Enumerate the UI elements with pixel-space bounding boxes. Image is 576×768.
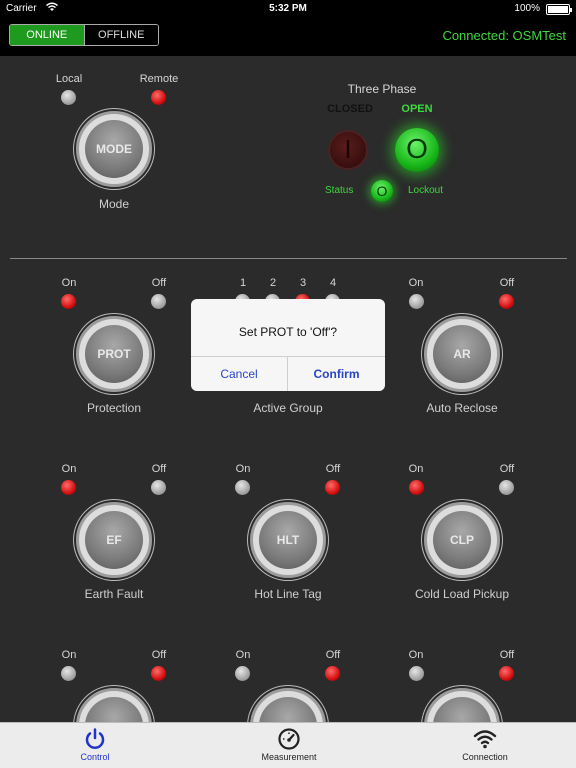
tab-connection-label: Connection [462,752,508,762]
row4-left-on-label: On [61,649,77,661]
status-label: Status [325,185,354,196]
tab-measurement-label: Measurement [261,752,317,762]
protection-caption: Protection [86,401,142,415]
earth-fault-caption: Earth Fault [84,587,144,601]
clp-knob-label: CLP [433,511,491,569]
close-breaker-button[interactable]: I [328,130,368,170]
hlt-knob[interactable]: HLT [250,502,326,578]
online-segment[interactable]: ONLINE [10,25,84,45]
group-1-label: 1 [239,277,247,289]
ef-on-label: On [61,463,77,475]
clp-off-label: Off [499,463,515,475]
ef-knob-label: EF [85,511,143,569]
battery-percentage: 100% [514,3,540,14]
power-icon [83,727,107,751]
hlt-knob-label: HLT [259,511,317,569]
local-label: Local [55,73,83,85]
app-root: Carrier 5:32 PM 100% ONLINE OFFLINE Conn… [0,0,576,768]
battery-icon [546,4,572,15]
prot-on-indicator [61,294,76,309]
ef-off-label: Off [151,463,167,475]
hlt-on-indicator [235,480,250,495]
row4-middle-on-indicator [235,666,250,681]
group-2-label: 2 [269,277,277,289]
tab-control-label: Control [80,752,110,762]
tab-connection[interactable]: Connection [435,723,535,768]
cancel-button[interactable]: Cancel [191,357,288,391]
prot-knob[interactable]: PROT [76,316,152,392]
hlt-off-indicator [325,480,340,495]
row4-right-off-label: Off [499,649,515,661]
tab-measurement[interactable]: Measurement [239,723,339,768]
active-group-caption: Active Group [253,401,323,415]
ef-on-indicator [61,480,76,495]
ar-knob-label: AR [433,325,491,383]
prot-on-label: On [61,277,77,289]
open-breaker-button[interactable]: O [395,128,439,172]
hot-line-tag-caption: Hot Line Tag [254,587,322,601]
dialog-message: Set PROT to 'Off'? [191,299,385,357]
ar-knob[interactable]: AR [424,316,500,392]
ar-off-indicator [499,294,514,309]
ar-on-indicator [409,294,424,309]
row4-middle-off-label: Off [325,649,341,661]
ar-on-label: On [408,277,424,289]
open-label: OPEN [401,103,433,115]
hlt-off-label: Off [325,463,341,475]
ar-off-label: Off [499,277,515,289]
prot-off-label: Off [151,277,167,289]
closed-label: CLOSED [327,103,373,115]
status-bar: Carrier 5:32 PM 100% [0,0,576,18]
clp-off-indicator [499,480,514,495]
clp-knob[interactable]: CLP [424,502,500,578]
clock-label: 5:32 PM [269,3,307,14]
row4-right-on-label: On [408,649,424,661]
three-phase-title: Three Phase [347,82,417,96]
prot-off-indicator [151,294,166,309]
ef-off-indicator [151,480,166,495]
group-3-label: 3 [299,277,307,289]
cold-load-pickup-caption: Cold Load Pickup [414,587,510,601]
ef-knob[interactable]: EF [76,502,152,578]
remote-indicator [151,90,166,105]
confirm-button[interactable]: Confirm [288,357,385,391]
gauge-icon [277,727,301,751]
clp-on-indicator [409,480,424,495]
section-divider [10,258,567,259]
row4-left-off-label: Off [151,649,167,661]
mode-knob[interactable]: MODE [76,111,152,187]
offline-segment[interactable]: OFFLINE [83,25,158,45]
tab-bar: Control Measurement Connection [0,722,576,768]
row4-middle-off-indicator [325,666,340,681]
row4-left-on-indicator [61,666,76,681]
row4-right-off-indicator [499,666,514,681]
confirm-dialog: Set PROT to 'Off'? Cancel Confirm [191,299,385,391]
auto-reclose-caption: Auto Reclose [426,401,498,415]
wifi-icon [473,727,497,751]
row4-left-off-indicator [151,666,166,681]
remote-label: Remote [139,73,179,85]
lockout-label: Lockout [408,185,444,196]
mode-caption: Mode [98,197,130,211]
mode-knob-label: MODE [85,120,143,178]
hlt-on-label: On [235,463,251,475]
lockout-indicator: O [371,180,393,202]
online-offline-switch[interactable]: ONLINE OFFLINE [9,24,159,46]
row4-right-on-indicator [409,666,424,681]
local-indicator [61,90,76,105]
connection-status: Connected: OSMTest [442,28,566,43]
tab-control[interactable]: Control [45,723,145,768]
clp-on-label: On [408,463,424,475]
row4-middle-on-label: On [235,649,251,661]
group-4-label: 4 [329,277,337,289]
prot-knob-label: PROT [85,325,143,383]
